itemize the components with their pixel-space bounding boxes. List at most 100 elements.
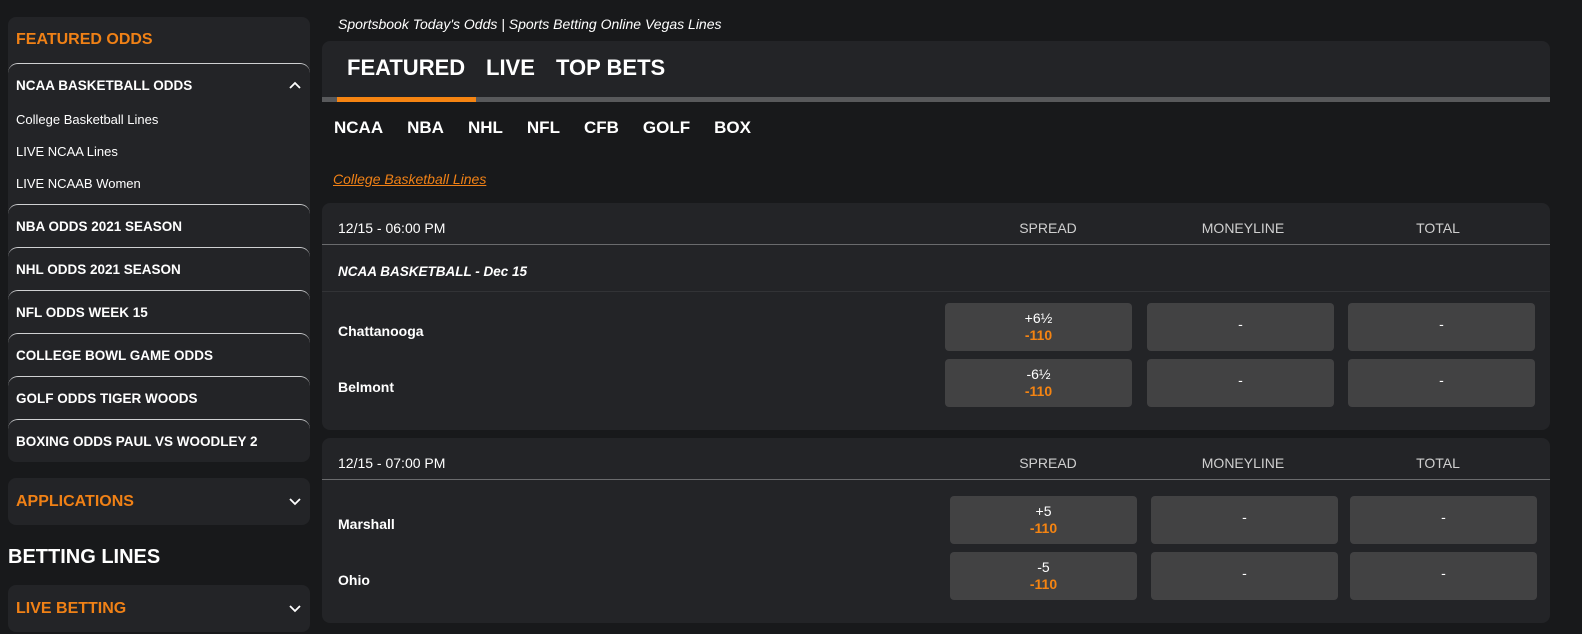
league-title: NCAA BASKETBALL - Dec 15 [338, 264, 528, 279]
accordion-nfl: NFL ODDS WEEK 15 [8, 290, 310, 333]
game-header: 12/15 - 06:00 PM SPREAD MONEYLINE TOTAL [322, 203, 1550, 245]
accordion-header-nfl[interactable]: NFL ODDS WEEK 15 [8, 291, 310, 333]
accordion-header-nhl[interactable]: NHL ODDS 2021 SEASON [8, 248, 310, 290]
moneyline-odds-button[interactable]: - [1147, 303, 1334, 351]
page-title: Sportsbook Today's Odds | Sports Betting… [338, 16, 722, 32]
sublink-live-ncaab-women[interactable]: LIVE NCAAB Women [8, 170, 310, 202]
total-value: - [1441, 509, 1446, 525]
accordion-ncaa-basketball: NCAA BASKETBALL ODDS College Basketball … [8, 63, 310, 204]
spread-odds-button[interactable]: -5 -110 [950, 552, 1137, 600]
spread-price: -110 [1024, 327, 1053, 343]
tab-rail [322, 97, 1550, 102]
featured-odds-panel: FEATURED ODDS NCAA BASKETBALL ODDS Colle… [8, 17, 310, 462]
chevron-down-icon[interactable] [288, 602, 302, 616]
sport-cfb[interactable]: CFB [584, 118, 619, 138]
spread-line: -5 [1037, 559, 1050, 575]
sport-golf[interactable]: GOLF [643, 118, 690, 138]
league-row: NCAA BASKETBALL - Dec 15 [322, 245, 1550, 292]
accordion-college-bowl: COLLEGE BOWL GAME ODDS [8, 333, 310, 376]
spread-price: -110 [1024, 383, 1053, 399]
moneyline-odds-button[interactable]: - [1151, 552, 1338, 600]
moneyline-odds-button[interactable]: - [1151, 496, 1338, 544]
accordion-nhl: NHL ODDS 2021 SEASON [8, 247, 310, 290]
spread-odds-button[interactable]: +6½ -110 [945, 303, 1132, 351]
sport-nba[interactable]: NBA [407, 118, 444, 138]
team-row: Belmont -6½ -110 - - [322, 359, 1550, 407]
sport-ncaa[interactable]: NCAA [334, 118, 383, 138]
total-odds-button[interactable]: - [1350, 496, 1537, 544]
spread-odds-button[interactable]: +5 -110 [950, 496, 1137, 544]
column-header-total: TOTAL [1416, 455, 1460, 471]
game-card: 12/15 - 06:00 PM SPREAD MONEYLINE TOTAL … [322, 203, 1550, 430]
sport-box[interactable]: BOX [714, 118, 751, 138]
applications-header[interactable]: APPLICATIONS [8, 478, 310, 525]
column-header-spread: SPREAD [1019, 455, 1077, 471]
team-name: Belmont [338, 379, 394, 395]
team-row: Chattanooga +6½ -110 - - [322, 303, 1550, 351]
category-link[interactable]: College Basketball Lines [333, 171, 486, 187]
chevron-down-icon[interactable] [288, 495, 302, 509]
accordion-boxing: BOXING ODDS PAUL VS WOODLEY 2 [8, 419, 310, 462]
game-header: 12/15 - 07:00 PM SPREAD MONEYLINE TOTAL [322, 438, 1550, 480]
team-name: Chattanooga [338, 323, 424, 339]
accordion-label: NBA ODDS 2021 SEASON [16, 218, 183, 234]
game-time: 12/15 - 07:00 PM [338, 455, 446, 471]
spread-price: -110 [1029, 576, 1058, 592]
accordion-label: COLLEGE BOWL GAME ODDS [16, 347, 214, 363]
accordion-label: BOXING ODDS PAUL VS WOODLEY 2 [16, 433, 258, 449]
tab-featured[interactable]: FEATURED [347, 55, 465, 81]
accordion-label: NHL ODDS 2021 SEASON [16, 261, 181, 277]
column-header-total: TOTAL [1416, 220, 1460, 236]
accordion-nba: NBA ODDS 2021 SEASON [8, 204, 310, 247]
active-tab-indicator [337, 97, 476, 102]
game-time: 12/15 - 06:00 PM [338, 220, 446, 236]
sport-nhl[interactable]: NHL [468, 118, 503, 138]
game-card: 12/15 - 07:00 PM SPREAD MONEYLINE TOTAL … [322, 438, 1550, 623]
sublink-college-basketball-lines[interactable]: College Basketball Lines [8, 106, 310, 138]
moneyline-value: - [1242, 509, 1247, 525]
column-header-spread: SPREAD [1019, 220, 1077, 236]
team-row: Marshall +5 -110 - - [322, 496, 1550, 544]
tab-top-bets[interactable]: TOP BETS [556, 55, 665, 81]
total-odds-button[interactable]: - [1348, 303, 1535, 351]
column-header-moneyline: MONEYLINE [1201, 455, 1285, 471]
sport-nav: NCAA NBA NHL NFL CFB GOLF BOX [334, 118, 775, 138]
accordion-label: NFL ODDS WEEK 15 [16, 304, 148, 320]
total-odds-button[interactable]: - [1350, 552, 1537, 600]
total-value: - [1439, 316, 1444, 332]
accordion-header-nba[interactable]: NBA ODDS 2021 SEASON [8, 205, 310, 247]
accordion-header-golf[interactable]: GOLF ODDS TIGER WOODS [8, 377, 310, 419]
total-value: - [1439, 372, 1444, 388]
sublink-live-ncaa-lines[interactable]: LIVE NCAA Lines [8, 138, 310, 170]
moneyline-value: - [1242, 565, 1247, 581]
moneyline-odds-button[interactable]: - [1147, 359, 1334, 407]
tab-live[interactable]: LIVE [486, 55, 535, 81]
sidebar: FEATURED ODDS NCAA BASKETBALL ODDS Colle… [8, 17, 310, 632]
accordion-label: NCAA BASKETBALL ODDS [16, 77, 193, 93]
spread-line: +5 [1035, 503, 1052, 519]
chevron-up-icon[interactable] [288, 78, 302, 92]
team-name: Marshall [338, 516, 395, 532]
column-header-moneyline: MONEYLINE [1201, 220, 1285, 236]
ncaa-sublinks: College Basketball Lines LIVE NCAA Lines… [8, 106, 310, 204]
total-odds-button[interactable]: - [1348, 359, 1535, 407]
live-betting-title: LIVE BETTING [16, 599, 127, 617]
applications-panel: APPLICATIONS [8, 478, 310, 525]
team-name: Ohio [338, 572, 370, 588]
accordion-header-boxing[interactable]: BOXING ODDS PAUL VS WOODLEY 2 [8, 420, 310, 462]
accordion-header-ncaa-basketball[interactable]: NCAA BASKETBALL ODDS [8, 64, 310, 106]
accordion-label: GOLF ODDS TIGER WOODS [16, 390, 198, 406]
moneyline-value: - [1238, 372, 1243, 388]
spread-price: -110 [1029, 520, 1058, 536]
applications-title: APPLICATIONS [16, 492, 134, 510]
accordion-header-college-bowl[interactable]: COLLEGE BOWL GAME ODDS [8, 334, 310, 376]
featured-odds-title: FEATURED ODDS [16, 31, 153, 48]
tab-bar: FEATURED LIVE TOP BETS [322, 41, 1550, 102]
total-value: - [1441, 565, 1446, 581]
accordion-golf: GOLF ODDS TIGER WOODS [8, 376, 310, 419]
sport-nfl[interactable]: NFL [527, 118, 560, 138]
featured-odds-header: FEATURED ODDS [8, 17, 310, 63]
spread-odds-button[interactable]: -6½ -110 [945, 359, 1132, 407]
spread-line: +6½ [1024, 310, 1053, 326]
live-betting-header[interactable]: LIVE BETTING [8, 585, 310, 632]
